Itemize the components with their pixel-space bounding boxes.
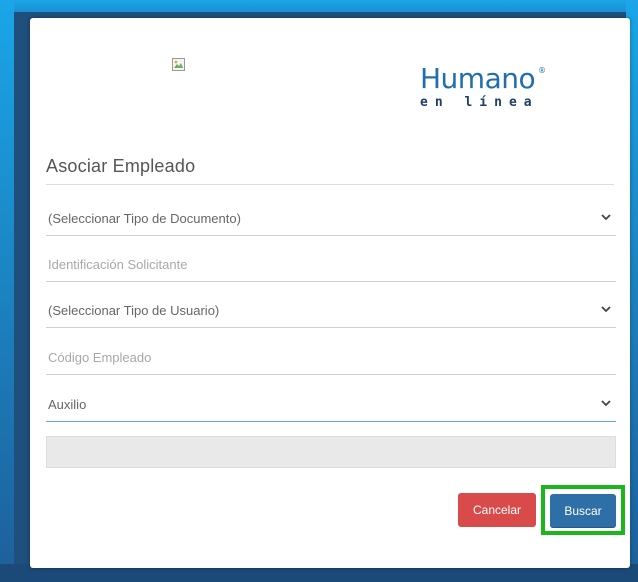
title-divider	[46, 184, 614, 185]
chevron-down-icon	[601, 214, 611, 221]
document-type-select[interactable]: (Seleccionar Tipo de Documento)	[46, 192, 616, 236]
empty-result-bar	[46, 436, 616, 468]
page-title: Asociar Empleado	[46, 156, 196, 176]
chevron-down-icon	[601, 306, 611, 313]
applicant-id-input[interactable]: Identificación Solicitante	[46, 238, 616, 282]
user-type-value: (Seleccionar Tipo de Usuario)	[48, 303, 220, 318]
benefit-select[interactable]: Auxilio	[46, 378, 616, 422]
search-button-highlight	[541, 485, 625, 535]
document-type-value: (Seleccionar Tipo de Documento)	[48, 211, 241, 226]
dialog-card: Humano ® en línea Asociar Empleado (Sele…	[30, 18, 630, 568]
logo-word: Humano	[420, 62, 536, 95]
window-frame-left	[0, 0, 14, 582]
employee-code-placeholder: Código Empleado	[48, 350, 152, 365]
window-frame-top	[0, 0, 638, 12]
logo-subtitle: en línea	[420, 95, 539, 110]
user-type-select[interactable]: (Seleccionar Tipo de Usuario)	[46, 284, 616, 328]
benefit-value: Auxilio	[48, 397, 87, 412]
broken-image-icon	[172, 58, 185, 71]
chevron-down-icon	[601, 400, 611, 407]
logo-registered-mark: ®	[538, 66, 546, 75]
humano-logo: Humano ® en línea	[420, 64, 550, 128]
employee-code-input[interactable]: Código Empleado	[46, 331, 616, 375]
cancel-button[interactable]: Cancelar	[458, 493, 536, 527]
applicant-id-placeholder: Identificación Solicitante	[48, 257, 188, 272]
